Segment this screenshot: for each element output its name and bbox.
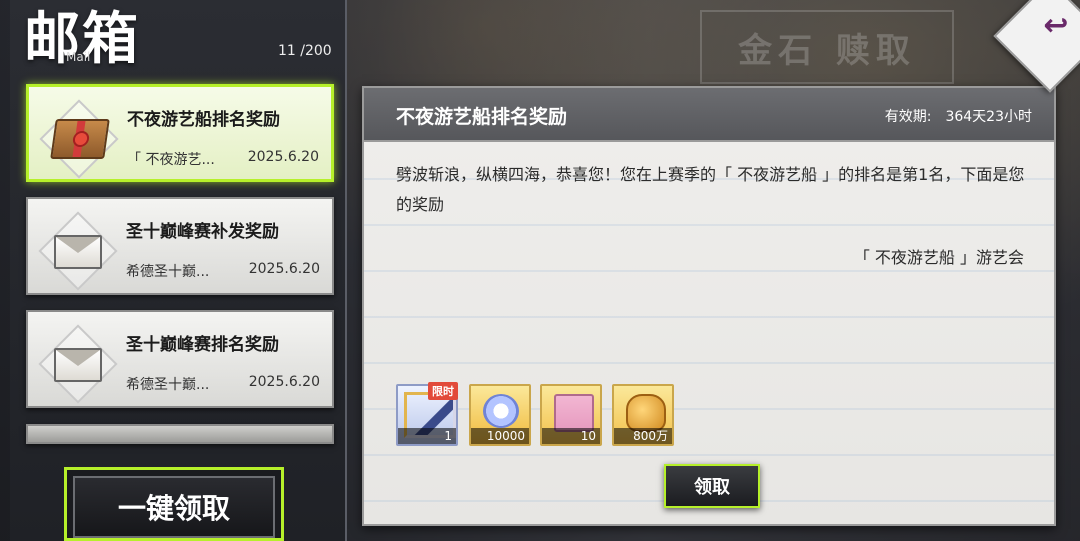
reward-qty: 10000 <box>471 428 529 444</box>
claim-all-label: 一键领取 <box>73 476 275 538</box>
detail-header: 不夜游艺船排名奖励 有效期: 364天23小时 <box>364 88 1054 142</box>
mail-title: 不夜游艺船排名奖励 <box>127 110 280 130</box>
mail-item-selected[interactable]: 不夜游艺船排名奖励 「 不夜游艺... 2025.6.20 <box>26 84 334 182</box>
validity: 有效期: 364天23小时 <box>885 106 1032 126</box>
limited-tag: 限时 <box>428 382 458 400</box>
validity-label: 有效期: <box>884 109 932 125</box>
background-sign: 金石 赎取 <box>700 10 954 84</box>
claim-all-button[interactable]: 一键领取 <box>64 467 284 541</box>
page-subtitle: Mail <box>66 50 91 64</box>
claim-button[interactable]: 领取 <box>664 464 760 508</box>
reward-qty: 1 <box>398 428 456 444</box>
reward-item[interactable]: 10000 <box>469 384 531 446</box>
medal-item-icon <box>483 394 519 428</box>
gold-item-icon <box>626 394 666 432</box>
mail-count: 11 /200 <box>278 43 332 59</box>
envelope-icon <box>38 211 118 291</box>
mail-title: 圣十巅峰赛排名奖励 <box>126 335 279 355</box>
back-arrow-icon[interactable]: ↩ <box>1036 8 1076 44</box>
mail-date: 2025.6.20 <box>248 261 320 277</box>
mail-sender: 希德圣十巅... <box>126 264 210 280</box>
reward-item[interactable]: 10 <box>540 384 602 446</box>
detail-body: 劈波斩浪，纵横四海，恭喜您！您在上赛季的「 不夜游艺船 」的排名是第1名，下面是… <box>396 165 1025 214</box>
mail-detail-panel: 不夜游艺船排名奖励 有效期: 364天23小时 劈波斩浪，纵横四海，恭喜您！您在上… <box>362 86 1056 526</box>
gift-box-icon <box>39 99 119 179</box>
reward-item[interactable]: 限时 1 <box>396 382 458 446</box>
mail-date: 2025.6.20 <box>248 374 320 390</box>
validity-value: 364天23小时 <box>945 109 1032 125</box>
reward-qty: 10 <box>542 428 600 444</box>
mail-sender: 「 不夜游艺... <box>127 152 215 168</box>
mail-item[interactable]: 圣十巅峰赛补发奖励 希德圣十巅... 2025.6.20 <box>26 197 334 295</box>
mail-title: 圣十巅峰赛补发奖励 <box>126 222 279 242</box>
detail-title: 不夜游艺船排名奖励 <box>396 106 568 128</box>
reward-item[interactable]: 800万 <box>612 384 674 446</box>
chest-item-icon <box>554 394 594 432</box>
mail-item-partial[interactable] <box>26 424 334 444</box>
mail-item[interactable]: 圣十巅峰赛排名奖励 希德圣十巅... 2025.6.20 <box>26 310 334 408</box>
mail-date: 2025.6.20 <box>247 149 319 165</box>
reward-qty: 800万 <box>614 428 672 444</box>
mail-sender: 希德圣十巅... <box>126 377 210 393</box>
detail-signature: 「 不夜游艺船 」游艺会 <box>853 248 1024 267</box>
envelope-icon <box>38 324 118 404</box>
